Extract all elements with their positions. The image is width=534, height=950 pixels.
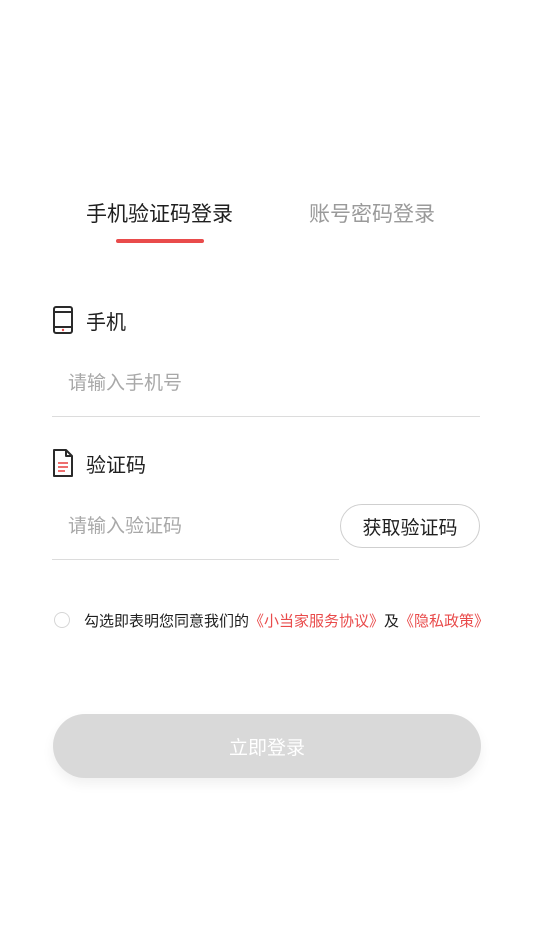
tab-sms-login[interactable]: 手机验证码登录 [86, 196, 233, 232]
login-button[interactable]: 立即登录 [53, 714, 481, 778]
agreement-prefix: 勾选即表明您同意我们的 [84, 611, 250, 630]
login-tabs: 手机验证码登录 账号密码登录 [0, 196, 534, 256]
phone-icon [52, 306, 74, 334]
agreement-row: 勾选即表明您同意我们的 《小当家服务协议》 及 《隐私政策》 [54, 606, 489, 634]
agreement-conjunction: 及 [384, 611, 400, 630]
terms-link[interactable]: 《小当家服务协议》 [249, 610, 384, 631]
phone-divider [52, 416, 480, 417]
code-divider [52, 559, 339, 560]
phone-label: 手机 [86, 309, 126, 334]
tab-password-login[interactable]: 账号密码登录 [309, 196, 435, 232]
get-code-button[interactable]: 获取验证码 [340, 504, 480, 548]
phone-field-label: 手机 [52, 305, 126, 335]
code-label: 验证码 [86, 452, 146, 477]
phone-input[interactable] [52, 360, 480, 406]
code-field-label: 验证码 [52, 448, 146, 478]
privacy-link[interactable]: 《隐私政策》 [399, 610, 489, 631]
agreement-checkbox[interactable] [54, 612, 70, 628]
code-input[interactable] [52, 503, 338, 549]
active-tab-indicator [116, 239, 204, 243]
document-icon [52, 449, 74, 477]
